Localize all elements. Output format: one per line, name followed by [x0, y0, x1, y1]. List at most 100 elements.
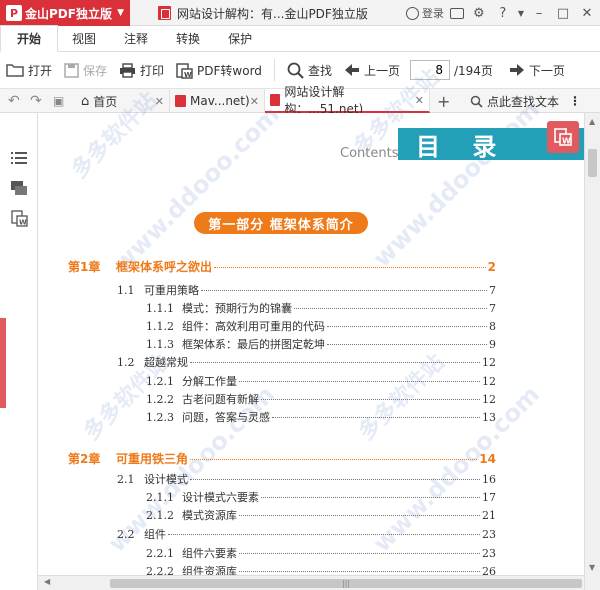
message-icon[interactable]: [449, 7, 464, 19]
scroll-thumb[interactable]: |||: [110, 579, 582, 588]
settings-gear-icon[interactable]: ⚙: [470, 6, 488, 21]
toc-number: 1.1.3: [146, 338, 174, 351]
app-name: 金山PDF独立版: [25, 6, 112, 21]
pdf-to-word-icon: W: [176, 62, 193, 79]
more-options-icon[interactable]: ⋮: [569, 94, 581, 108]
outline-icon[interactable]: [10, 149, 28, 167]
tab-document-2-label: 网站设计解构：...51.net): [284, 85, 364, 116]
chevron-down-icon[interactable]: ▼: [518, 9, 524, 18]
toc-leader: [239, 571, 480, 572]
toc-number: 1.1.1: [146, 302, 174, 315]
pdf-file-icon: [270, 94, 281, 106]
toc-section[interactable]: 2.1 设计模式 16: [117, 471, 496, 487]
close-tab-icon[interactable]: ✕: [250, 95, 259, 108]
folder-icon: [6, 64, 24, 77]
toc-number: 2.1: [117, 473, 135, 486]
open-button[interactable]: 打开: [0, 52, 58, 89]
toc-section[interactable]: 1.1 可重用策略 7: [117, 282, 496, 298]
pdf-to-word-float-icon[interactable]: W: [547, 121, 579, 153]
toc-leader: [261, 497, 480, 498]
comments-icon[interactable]: [10, 179, 28, 197]
part-heading: 第一部分 框架体系简介: [194, 212, 368, 234]
window-title: 网站设计解构：有...金山PDF独立版: [158, 0, 368, 26]
toc-leader: [239, 553, 480, 554]
toc-title: 组件: [144, 528, 166, 541]
toc-subsection[interactable]: 1.2.3 问题，答案与灵感 13: [146, 409, 496, 425]
scroll-thumb[interactable]: [588, 149, 597, 177]
scroll-down-icon[interactable]: ▼: [589, 563, 595, 572]
new-tab-plus-icon[interactable]: +: [437, 89, 450, 113]
sidebar-collapse-handle[interactable]: [0, 318, 6, 408]
pdf-to-word-button[interactable]: W PDF转word: [170, 52, 268, 89]
save-icon: [64, 62, 79, 78]
toc-subsection[interactable]: 1.2.1 分解工作量 12: [146, 373, 496, 389]
tab-document-2[interactable]: 网站设计解构：...51.net) ✕: [265, 85, 430, 116]
next-page-button[interactable]: 下一页: [503, 52, 571, 89]
toc-subsection[interactable]: 1.1.1 模式：预期行为的锦囊 7: [146, 300, 496, 316]
pdf-file-icon: [175, 95, 186, 107]
pdf-file-icon: [158, 6, 171, 20]
save-button[interactable]: 保存: [58, 52, 113, 89]
toc-subsection[interactable]: 1.2.2 古老问题有新解 12: [146, 391, 496, 407]
toc-leader: [190, 362, 480, 363]
tab-document-1-label: Mav...net): [190, 94, 250, 108]
toc-section[interactable]: 1.2 超越常规 12: [117, 354, 496, 370]
close-tab-icon[interactable]: ✕: [415, 94, 424, 107]
tab-home[interactable]: ⌂ 首页 ✕: [76, 89, 170, 113]
search-icon: [470, 95, 483, 108]
toc-section[interactable]: 2.2 组件 23: [117, 526, 496, 542]
close-tab-icon[interactable]: ✕: [155, 95, 164, 108]
maximize-button[interactable]: □: [554, 6, 572, 21]
toc-subsection[interactable]: 1.1.3 框架体系：最后的拼图定乾坤 9: [146, 336, 496, 352]
toc-page: 8: [489, 320, 496, 333]
toc-subsection[interactable]: 2.1.1 设计模式六要素 17: [146, 489, 496, 505]
toc-page: 12: [482, 393, 496, 406]
tab-annotate[interactable]: 注释: [110, 25, 162, 51]
horizontal-scrollbar[interactable]: ◀ |||: [38, 575, 584, 590]
toc-page: 16: [482, 473, 496, 486]
toc-title: 框架体系呼之欲出: [116, 260, 213, 274]
tab-start[interactable]: 开始: [0, 25, 59, 52]
print-label: 打印: [140, 63, 165, 78]
print-button[interactable]: 打印: [113, 52, 170, 89]
redo-icon[interactable]: ↷: [30, 89, 42, 113]
app-menu-button[interactable]: P 金山PDF独立版 ▼: [0, 0, 130, 26]
toc-title: 超越常规: [144, 356, 188, 369]
arrow-right-icon: [509, 64, 524, 76]
login-button[interactable]: 登录: [405, 5, 444, 21]
toc-subsection[interactable]: 2.2.1 组件六要素 23: [146, 545, 496, 561]
tab-view[interactable]: 视图: [58, 25, 110, 51]
toc-subsection[interactable]: 2.1.2 模式资源库 21: [146, 507, 496, 523]
tab-convert[interactable]: 转换: [162, 25, 214, 51]
pdf-to-word-side-icon[interactable]: W: [10, 209, 28, 227]
scroll-up-icon[interactable]: ▲: [589, 117, 595, 126]
minimize-button[interactable]: –: [530, 6, 548, 21]
page-number-input[interactable]: 8: [409, 60, 450, 80]
toc-page: 23: [482, 528, 496, 541]
scroll-left-icon[interactable]: ◀: [44, 577, 50, 586]
help-icon[interactable]: ?: [494, 6, 512, 21]
toc-number: 1.2: [117, 356, 135, 369]
close-button[interactable]: ✕: [578, 6, 596, 21]
vertical-scrollbar[interactable]: ▲ ▼: [584, 113, 600, 590]
toc-page: 7: [489, 284, 496, 297]
toc-leader: [327, 344, 487, 345]
toolbar-divider: [273, 59, 275, 81]
save-label: 保存: [83, 63, 108, 78]
undo-icon[interactable]: ↶: [8, 89, 20, 113]
find-text-field[interactable]: 点此查找文本 ⋮: [470, 89, 581, 113]
toc-subsection[interactable]: 1.1.2 组件：高效利用可重用的代码 8: [146, 318, 496, 334]
printer-icon: [120, 62, 136, 78]
open-label: 打开: [28, 63, 53, 78]
toc-title: 模式：预期行为的锦囊: [182, 302, 292, 315]
toc-title: 问题，答案与灵感: [182, 411, 270, 424]
tab-protect[interactable]: 保护: [214, 25, 266, 51]
toc-page: 2: [487, 260, 496, 274]
toc-chapter[interactable]: 第1章 框架体系呼之欲出 2: [68, 258, 496, 275]
tab-document-1[interactable]: Mav...net) ✕: [170, 89, 265, 113]
search-icon: [287, 62, 304, 79]
toc-number: 1.1.2: [146, 320, 174, 333]
toc-page: 13: [482, 411, 496, 424]
toc-chapter[interactable]: 第2章 可重用铁三角 14: [68, 450, 496, 467]
quick-save-icon[interactable]: ▣: [53, 89, 64, 113]
